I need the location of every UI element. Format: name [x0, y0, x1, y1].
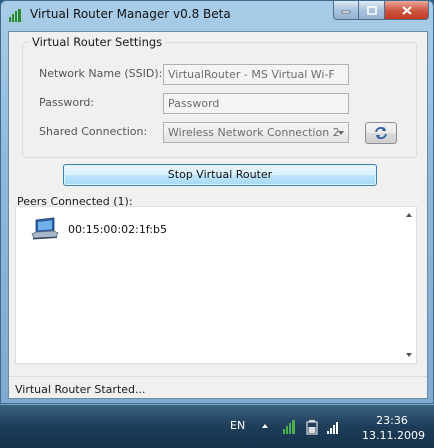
- caption-buttons: [333, 1, 429, 21]
- laptop-wifi-icon: [31, 217, 59, 240]
- show-hidden-icons-icon[interactable]: [262, 424, 268, 428]
- virtual-router-tray-icon[interactable]: [282, 419, 296, 435]
- peer-mac-address: 00:15:00:02:1f:b5: [68, 222, 167, 236]
- window-title: Virtual Router Manager v0.8 Beta: [30, 7, 231, 21]
- signal-strength-icon[interactable]: [326, 419, 340, 435]
- settings-group: Virtual Router Settings Network Name (SS…: [22, 35, 417, 158]
- password-label: Password:: [39, 96, 95, 109]
- stop-router-button[interactable]: Stop Virtual Router: [63, 164, 377, 186]
- scroll-up-icon[interactable]: [406, 213, 412, 217]
- shared-connection-select[interactable]: Wireless Network Connection 2: [163, 122, 349, 143]
- clock-date: 13.11.2009: [362, 429, 425, 442]
- minimize-icon: [341, 10, 351, 14]
- list-item[interactable]: 00:15:00:02:1f:b5: [30, 217, 167, 241]
- ssid-input[interactable]: VirtualRouter - MS Virtual Wi-F: [163, 64, 349, 85]
- shared-connection-value: Wireless Network Connection 2: [168, 126, 340, 139]
- peer-list[interactable]: 00:15:00:02:1f:b5: [15, 206, 417, 364]
- desktop: Virtual Router Manager v0.8 Beta Virtual…: [0, 0, 434, 448]
- status-text: Virtual Router Started...: [15, 383, 146, 396]
- clock-time: 23:36: [376, 414, 408, 427]
- app-window: Virtual Router Manager v0.8 Beta Virtual…: [0, 0, 434, 404]
- close-icon: [401, 5, 412, 15]
- maximize-button[interactable]: [359, 1, 385, 20]
- refresh-button[interactable]: [365, 122, 397, 144]
- refresh-icon: [375, 127, 387, 139]
- clock[interactable]: 23:36 13.11.2009: [362, 413, 425, 443]
- minimize-button[interactable]: [333, 1, 359, 20]
- maximize-icon: [366, 5, 377, 15]
- status-bar: Virtual Router Started...: [9, 376, 427, 398]
- scroll-down-icon[interactable]: [406, 353, 412, 357]
- close-button[interactable]: [385, 1, 429, 20]
- language-indicator[interactable]: EN: [230, 419, 245, 432]
- settings-group-title: Virtual Router Settings: [29, 35, 166, 49]
- app-icon: [9, 9, 21, 22]
- ssid-label: Network Name (SSID):: [39, 67, 163, 80]
- taskbar: EN 23:36 13.11.2009: [0, 404, 434, 448]
- password-input[interactable]: Password: [163, 93, 349, 114]
- shared-connection-label: Shared Connection:: [39, 125, 148, 138]
- title-bar[interactable]: Virtual Router Manager v0.8 Beta: [1, 1, 433, 29]
- battery-icon[interactable]: [305, 419, 319, 435]
- chevron-down-icon: [338, 131, 344, 135]
- client-area: Virtual Router Settings Network Name (SS…: [8, 31, 428, 399]
